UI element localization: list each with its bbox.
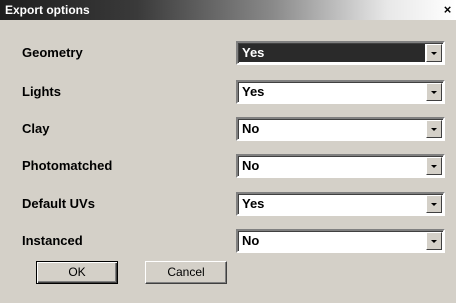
chevron-down-icon[interactable] bbox=[426, 120, 442, 138]
option-label: Lights bbox=[22, 84, 61, 99]
default-uvs-select[interactable]: Yes bbox=[236, 192, 445, 216]
cancel-button[interactable]: Cancel bbox=[145, 261, 227, 284]
chevron-down-icon[interactable] bbox=[426, 44, 442, 62]
dialog-title: Export options bbox=[5, 3, 90, 17]
chevron-down-icon[interactable] bbox=[426, 83, 442, 101]
option-row-instanced: Instanced No bbox=[0, 229, 456, 253]
option-label: Clay bbox=[22, 121, 50, 136]
export-options-dialog: Export options × Geometry Yes Lights Yes… bbox=[0, 0, 456, 303]
select-value: Yes bbox=[242, 196, 265, 211]
photomatched-select[interactable]: No bbox=[236, 154, 445, 178]
chevron-down-icon[interactable] bbox=[426, 232, 442, 250]
clay-select[interactable]: No bbox=[236, 117, 445, 141]
select-value: Yes bbox=[242, 84, 265, 99]
instanced-select[interactable]: No bbox=[236, 229, 445, 253]
option-label: Photomatched bbox=[22, 158, 113, 173]
geometry-select[interactable]: Yes bbox=[236, 41, 445, 65]
ok-button[interactable]: OK bbox=[36, 261, 118, 284]
option-row-lights: Lights Yes bbox=[0, 80, 456, 104]
select-value: No bbox=[242, 121, 260, 136]
option-label: Instanced bbox=[22, 233, 83, 248]
title-bar[interactable]: Export options × bbox=[0, 0, 456, 20]
option-label: Geometry bbox=[22, 45, 83, 60]
option-row-clay: Clay No bbox=[0, 117, 456, 141]
chevron-down-icon[interactable] bbox=[426, 195, 442, 213]
select-value: No bbox=[242, 158, 260, 173]
option-row-photomatched: Photomatched No bbox=[0, 154, 456, 178]
option-row-geometry: Geometry Yes bbox=[0, 41, 456, 65]
chevron-down-icon[interactable] bbox=[426, 157, 442, 175]
option-label: Default UVs bbox=[22, 196, 95, 211]
close-icon[interactable]: × bbox=[441, 3, 454, 16]
select-value: Yes bbox=[239, 44, 425, 62]
select-value: No bbox=[242, 233, 260, 248]
option-row-default-uvs: Default UVs Yes bbox=[0, 192, 456, 216]
lights-select[interactable]: Yes bbox=[236, 80, 445, 104]
